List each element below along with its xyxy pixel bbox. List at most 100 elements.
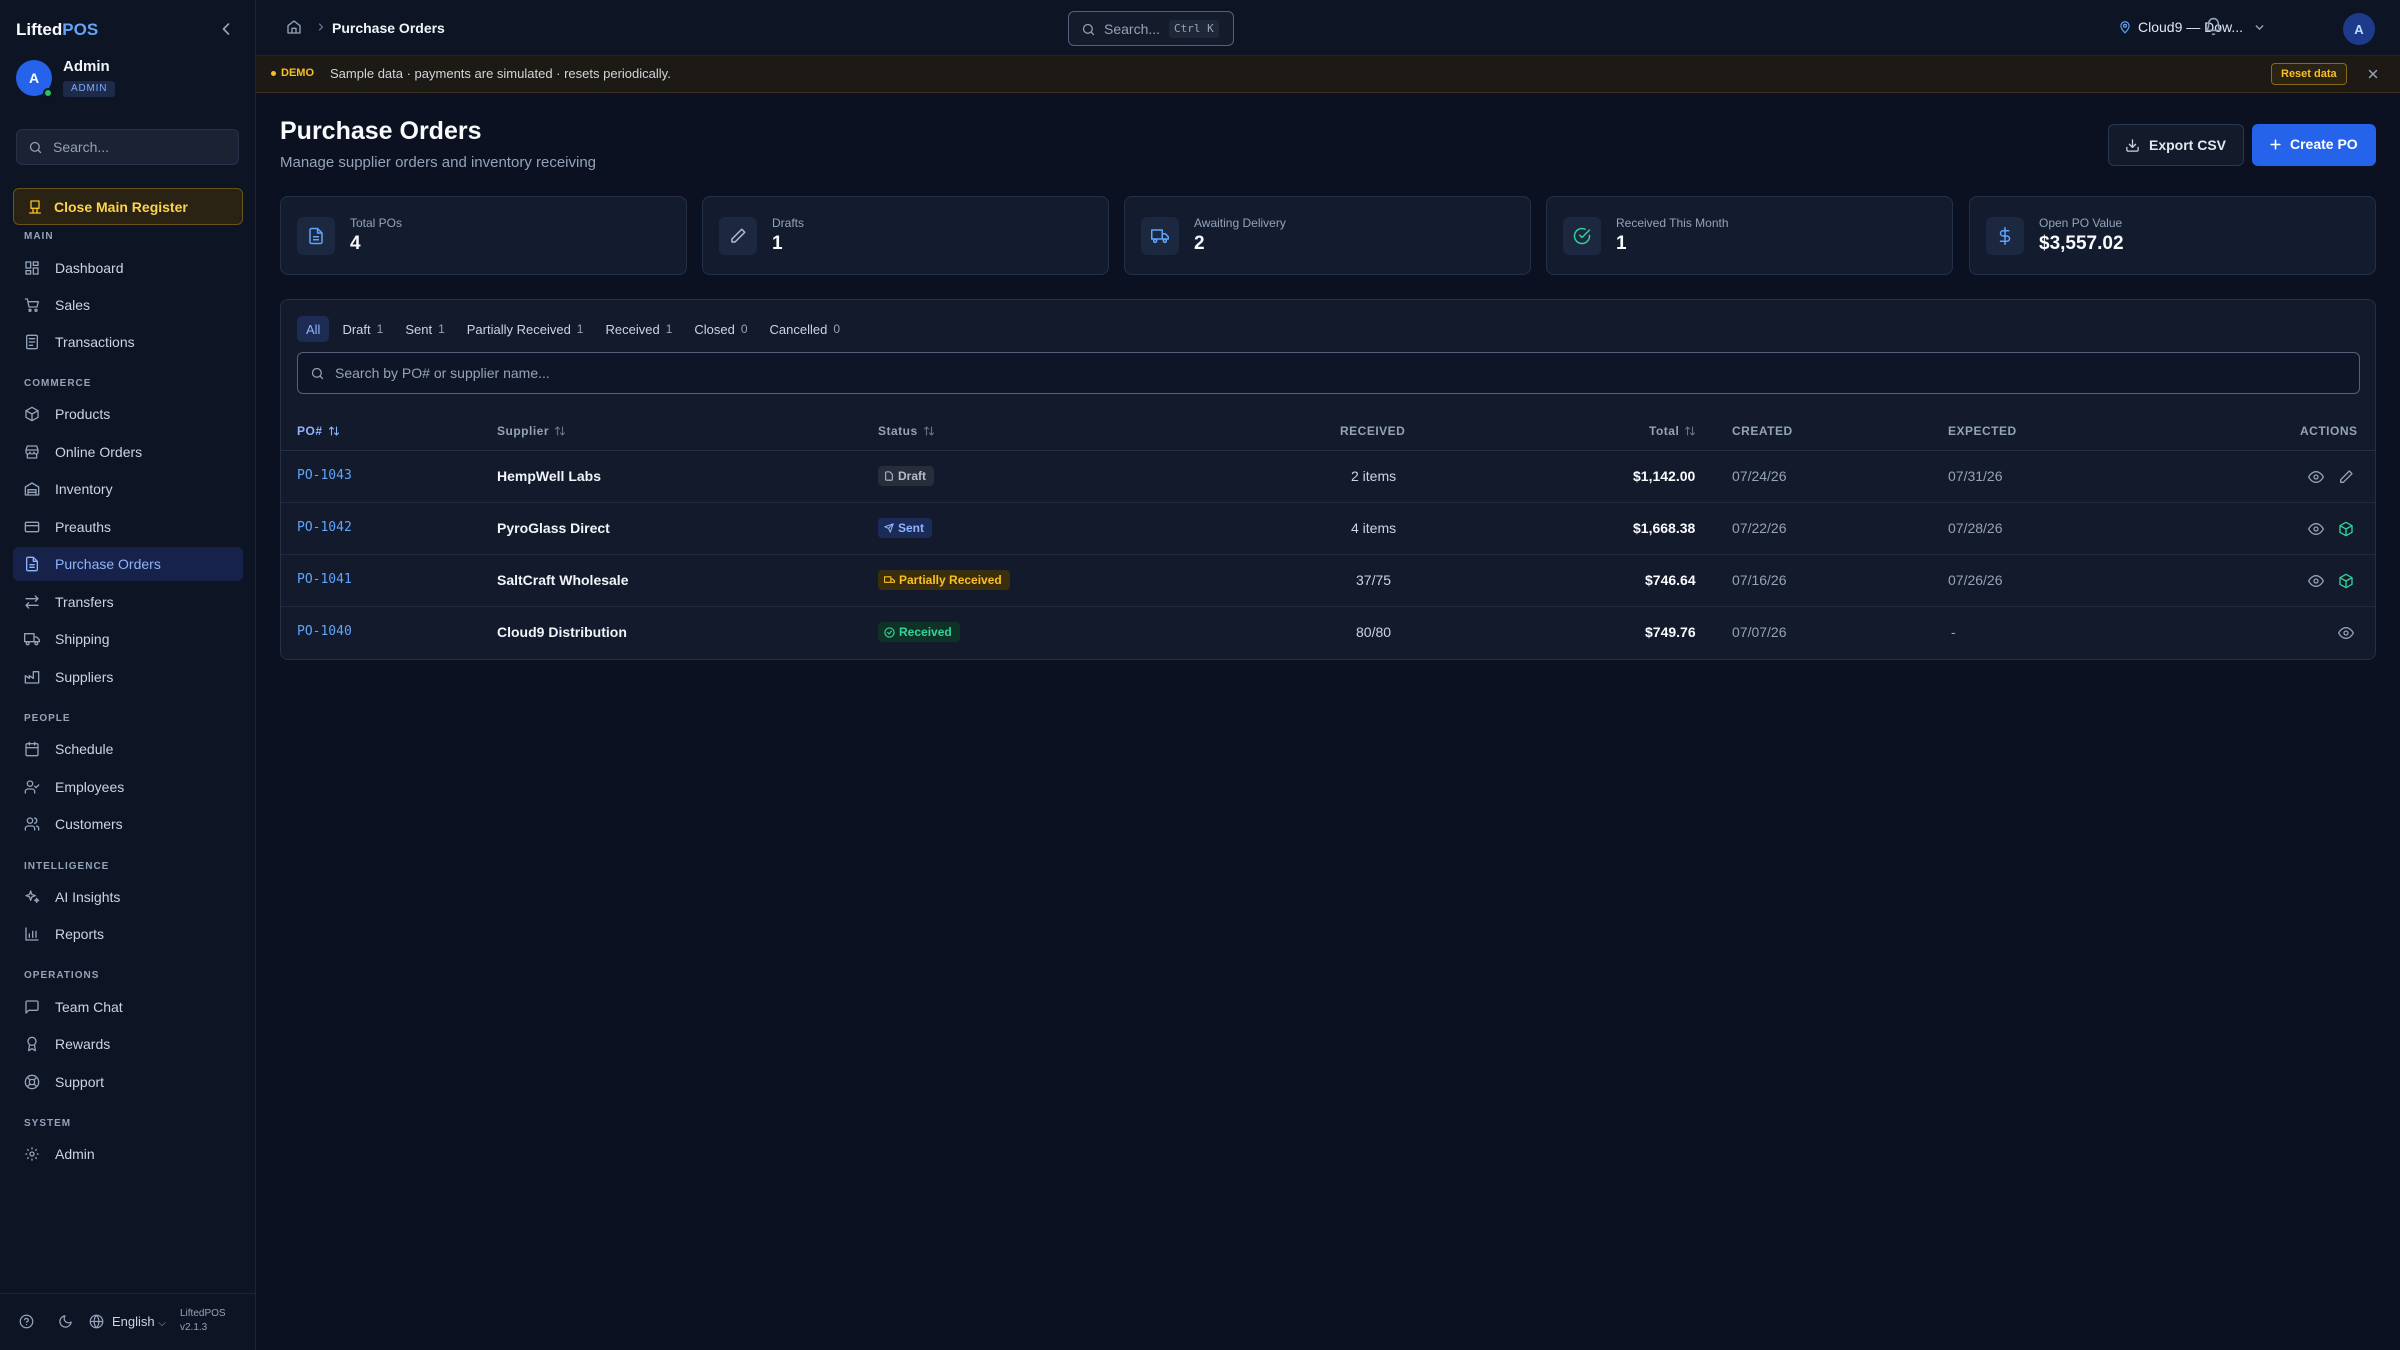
tab-all[interactable]: All: [297, 316, 330, 342]
sidebar-footer: English ⌵ LiftedPOS v2.1.3: [0, 1293, 256, 1350]
sidebar-item-sales[interactable]: Sales: [13, 288, 243, 322]
tab-closed[interactable]: Closed 0: [685, 316, 756, 342]
close-register-button[interactable]: Close Main Register: [13, 188, 243, 225]
sidebar-item-label: Preauths: [55, 519, 112, 535]
eye-icon[interactable]: [2308, 469, 2324, 485]
demo-message: Sample data · payments are simulated · r…: [330, 66, 671, 81]
sidebar-item-transfers[interactable]: Transfers: [13, 585, 243, 619]
plus-icon: [2268, 137, 2283, 152]
stat-label: Open PO Value: [2039, 216, 2123, 230]
pencil-icon: [719, 217, 757, 255]
stat-label: Total POs: [350, 216, 403, 230]
location-select[interactable]: Cloud9 — Dow...: [2118, 19, 2266, 35]
supplier-name: HempWell Labs: [497, 468, 601, 484]
nav-section-operations: OPERATIONS: [24, 970, 100, 981]
sidebar-item-inventory[interactable]: Inventory: [13, 472, 243, 506]
sidebar-item-ai-insights[interactable]: AI Insights: [13, 880, 243, 914]
eye-icon[interactable]: [2308, 573, 2324, 589]
chat-icon: [24, 999, 40, 1015]
sidebar: LiftedPOS A Admin ADMIN Close Main Regis…: [0, 0, 256, 1350]
home-icon[interactable]: [286, 19, 302, 35]
collapse-sidebar-button[interactable]: [216, 19, 236, 39]
sidebar-item-products[interactable]: Products: [13, 397, 243, 431]
help-icon[interactable]: [19, 1314, 34, 1329]
table-row[interactable]: PO-1041 SaltCraft Wholesale Partially Re…: [281, 555, 2375, 607]
sidebar-item-preauths[interactable]: Preauths: [13, 510, 243, 544]
tab-received[interactable]: Received 1: [596, 316, 681, 342]
sidebar-item-online-orders[interactable]: Online Orders: [13, 435, 243, 469]
factory-icon: [24, 669, 40, 685]
table-row[interactable]: PO-1040 Cloud9 Distribution Received 80/…: [281, 607, 2375, 659]
column-header-expected: EXPECTED: [1948, 424, 2017, 438]
sidebar-item-dashboard[interactable]: Dashboard: [13, 251, 243, 285]
sidebar-item-employees[interactable]: Employees: [13, 770, 243, 804]
purchase-orders-table-card: All Draft 1 Sent 1 Partially Received 1 Rec…: [280, 299, 2376, 660]
column-header-total[interactable]: Total: [1649, 424, 1696, 438]
sidebar-item-schedule[interactable]: Schedule: [13, 732, 243, 766]
sidebar-item-shipping[interactable]: Shipping: [13, 622, 243, 656]
po-number-link[interactable]: PO-1042: [297, 520, 352, 535]
package-receive-icon[interactable]: [2338, 521, 2354, 537]
dollar-icon: [1986, 217, 2024, 255]
column-header-po[interactable]: PO#: [297, 424, 340, 438]
column-header-actions: ACTIONS: [2300, 424, 2358, 438]
sidebar-item-team-chat[interactable]: Team Chat: [13, 990, 243, 1024]
po-number-link[interactable]: PO-1040: [297, 624, 352, 639]
tab-sent[interactable]: Sent 1: [396, 316, 453, 342]
user-profile[interactable]: A Admin ADMIN: [16, 57, 241, 101]
tab-partially-received[interactable]: Partially Received 1: [458, 316, 593, 342]
table-row[interactable]: PO-1043 HempWell Labs Draft 2 items $1,1…: [281, 451, 2375, 503]
status-dot: [271, 70, 276, 76]
users-icon: [24, 816, 40, 832]
pencil-icon[interactable]: [2338, 469, 2354, 485]
column-header-status[interactable]: Status: [878, 424, 935, 438]
status-badge: Partially Received: [878, 570, 1010, 590]
package-receive-icon[interactable]: [2338, 573, 2354, 589]
reset-data-button[interactable]: Reset data: [2271, 63, 2347, 85]
export-csv-button[interactable]: Export CSV: [2108, 124, 2244, 166]
eye-icon[interactable]: [2308, 521, 2324, 537]
sidebar-item-label: Sales: [55, 297, 91, 313]
sidebar-search-input[interactable]: [53, 130, 233, 164]
stat-value: 2: [1194, 233, 1205, 254]
breadcrumb-current: Purchase Orders: [332, 20, 445, 36]
tab-draft[interactable]: Draft 1: [333, 316, 392, 342]
sidebar-item-purchase-orders[interactable]: Purchase Orders: [13, 547, 243, 581]
brand-logo[interactable]: LiftedPOS: [16, 20, 98, 40]
nav-section-system: SYSTEM: [24, 1118, 72, 1129]
status-badge: Draft: [878, 466, 935, 486]
sort-icon: [328, 425, 340, 437]
sort-icon: [1684, 425, 1696, 437]
received-count: 37/75: [1356, 572, 1392, 588]
sidebar-item-transactions[interactable]: Transactions: [13, 325, 243, 359]
po-number-link[interactable]: PO-1043: [297, 468, 352, 483]
language-select[interactable]: English ⌵: [112, 1314, 166, 1329]
receipt-icon: [24, 334, 40, 350]
stat-value: 1: [1616, 233, 1627, 254]
export-csv-label: Export CSV: [2149, 137, 2227, 153]
sidebar-item-rewards[interactable]: Rewards: [13, 1027, 243, 1061]
avatar[interactable]: A: [2343, 13, 2375, 45]
sidebar-item-customers[interactable]: Customers: [13, 807, 243, 841]
table-search-input[interactable]: [335, 353, 2235, 393]
bell-icon[interactable]: [2204, 17, 2223, 36]
global-search[interactable]: Search... Ctrl K: [1068, 11, 1234, 46]
check-circle-icon: [1563, 217, 1601, 255]
po-total: $1,668.38: [1633, 520, 1696, 536]
sidebar-item-label: AI Insights: [55, 889, 121, 905]
create-po-button[interactable]: Create PO: [2252, 124, 2376, 166]
sidebar-item-label: Team Chat: [55, 999, 123, 1015]
tab-cancelled[interactable]: Cancelled 0: [761, 316, 850, 342]
sidebar-item-admin[interactable]: Admin: [13, 1137, 243, 1171]
sidebar-item-support[interactable]: Support: [13, 1065, 243, 1099]
table-body: PO-1043 HempWell Labs Draft 2 items $1,1…: [281, 451, 2375, 659]
column-header-supplier[interactable]: Supplier: [497, 424, 566, 438]
stat-card-received-this-month: Received This Month 1: [1546, 196, 1953, 275]
sidebar-item-suppliers[interactable]: Suppliers: [13, 660, 243, 694]
close-icon[interactable]: [2366, 67, 2380, 81]
moon-icon[interactable]: [58, 1314, 73, 1329]
table-row[interactable]: PO-1042 PyroGlass Direct Sent 4 items $1…: [281, 503, 2375, 555]
sidebar-item-reports[interactable]: Reports: [13, 917, 243, 951]
eye-icon[interactable]: [2338, 625, 2354, 641]
po-number-link[interactable]: PO-1041: [297, 572, 352, 587]
